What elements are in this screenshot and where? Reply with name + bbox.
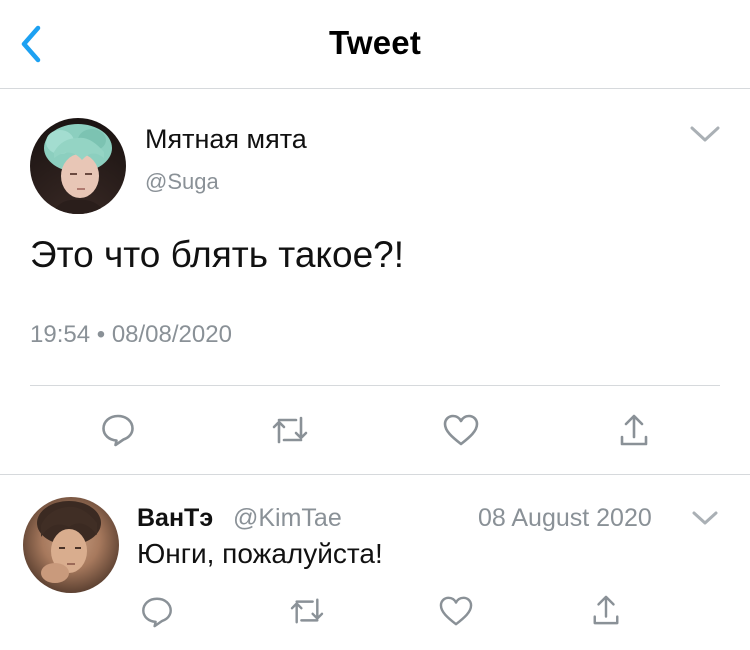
- divider: [0, 474, 750, 475]
- reply-author-name[interactable]: ВанТэ: [137, 504, 213, 533]
- chevron-down-icon: [692, 511, 718, 525]
- reply-author-avatar[interactable]: [23, 497, 119, 593]
- tweet-date: 08/08/2020: [111, 321, 232, 348]
- author-handle[interactable]: @Suga: [145, 169, 219, 195]
- retweet-icon: [272, 416, 308, 444]
- tweet-time: 19:54: [30, 321, 91, 348]
- tweet-timestamp: 19:54 • 08/08/2020: [30, 321, 232, 349]
- page-title: Tweet: [328, 24, 422, 61]
- reply-author-handle[interactable]: @KimTae: [233, 504, 342, 533]
- retweet-button[interactable]: [270, 414, 310, 446]
- like-button[interactable]: [442, 413, 480, 447]
- share-icon: [593, 595, 619, 625]
- meta-separator: •: [96, 321, 106, 348]
- chevron-down-icon: [690, 126, 720, 142]
- tweet-menu-button[interactable]: [686, 119, 724, 149]
- reply-date: 08 August 2020: [478, 504, 652, 532]
- reply-like-button[interactable]: [438, 595, 474, 627]
- share-icon: [620, 414, 648, 446]
- like-icon: [443, 414, 479, 446]
- reply-icon: [102, 414, 134, 447]
- divider: [30, 385, 720, 386]
- tweet-text: Это что блять такое?!: [30, 234, 405, 275]
- author-name[interactable]: Мятная мята: [145, 124, 307, 155]
- reply-share-button[interactable]: [591, 594, 621, 626]
- reply-reply-button[interactable]: [140, 594, 174, 628]
- like-icon: [439, 596, 473, 626]
- share-button[interactable]: [618, 413, 650, 447]
- avatar-image: [44, 124, 112, 214]
- avatar-image: [37, 501, 101, 583]
- author-avatar[interactable]: [30, 118, 126, 214]
- top-bar: Tweet: [0, 0, 750, 89]
- reply-menu-button[interactable]: [690, 507, 720, 529]
- reply-icon: [142, 597, 172, 628]
- reply-button[interactable]: [100, 411, 136, 447]
- reply-retweet-button[interactable]: [288, 596, 326, 626]
- retweet-icon: [290, 598, 324, 624]
- reply-text: Юнги, пожалуйста!: [137, 538, 383, 569]
